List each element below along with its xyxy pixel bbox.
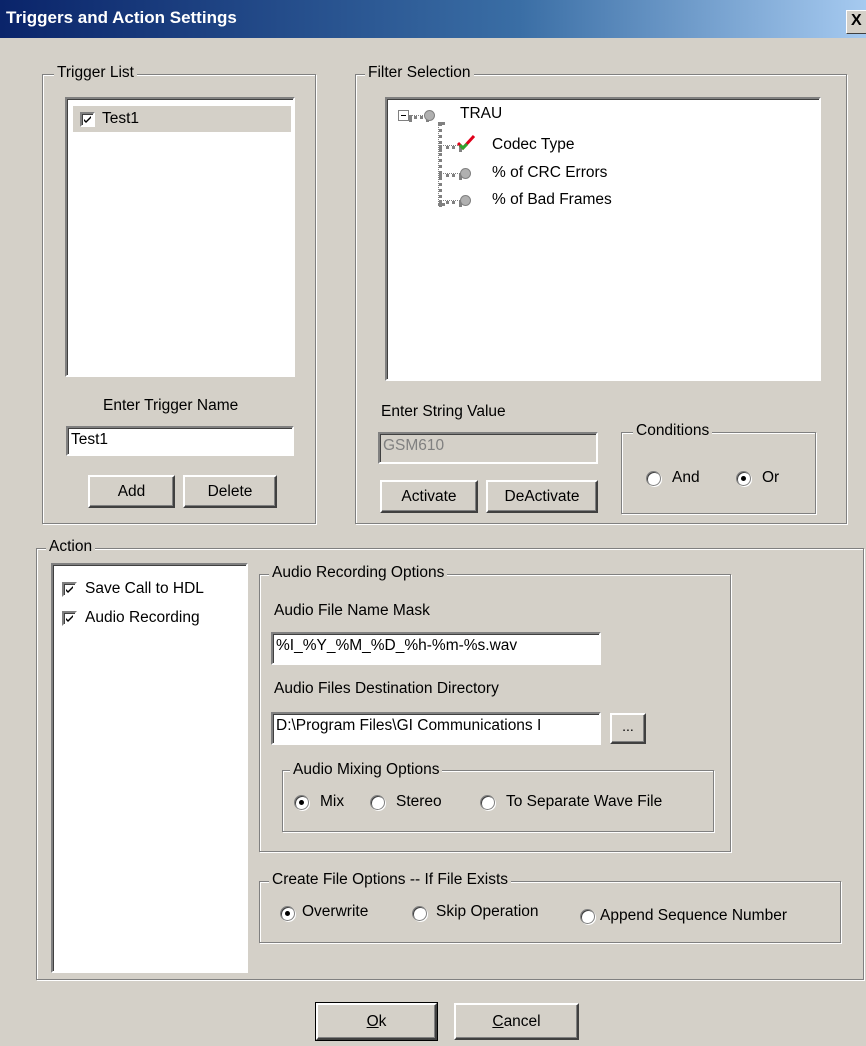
mixing-stereo-radio[interactable] [370,795,385,810]
checkmark-icon [66,615,73,622]
save-call-hdl-checkbox[interactable] [62,582,77,597]
create-skip-radio[interactable] [412,906,427,921]
audio-recording-label: Audio Recording [85,609,200,626]
condition-and-radio[interactable] [646,471,661,486]
trigger-name-input[interactable]: Test1 [66,426,294,456]
mixing-stereo-label: Stereo [396,793,442,810]
trigger-list-legend: Trigger List [54,64,137,82]
mixing-mix-radio[interactable] [294,795,309,810]
checkmark-icon [66,586,73,593]
condition-or-radio[interactable] [736,471,751,486]
action-legend: Action [46,538,96,556]
checkmark-icon [457,135,475,151]
audio-dir-input[interactable]: D:\Program Files\GI Communications I [271,712,601,745]
ok-label-rest: k [378,1013,387,1030]
audio-mixing-legend: Audio Mixing Options [290,761,443,779]
window-title: Triggers and Action Settings [6,8,237,27]
audio-mask-label: Audio File Name Mask [274,602,430,619]
mixing-mix-label: Mix [320,793,345,810]
create-skip-label: Skip Operation [436,903,539,920]
audio-recording-checkbox[interactable] [62,611,77,626]
add-trigger-button[interactable]: Add [88,475,175,508]
activate-button[interactable]: Activate [380,480,478,513]
trau-node-icon [424,110,435,121]
cancel-button[interactable]: Cancel [454,1003,579,1040]
cancel-label-rest: ancel [503,1013,541,1030]
save-call-hdl-label: Save Call to HDL [85,580,204,597]
filter-selection-legend: Filter Selection [365,64,474,82]
mixing-separate-label: To Separate Wave File [506,793,663,810]
create-file-legend: Create File Options -- If File Exists [269,871,512,889]
condition-and-label: And [672,469,700,486]
create-append-label: Append Sequence Number [600,907,787,924]
audio-mask-input[interactable]: %I_%Y_%M_%D_%h-%m-%s.wav [271,632,601,665]
ok-mnemonic: O [366,1013,379,1030]
audio-options-legend: Audio Recording Options [269,564,448,582]
condition-or-label: Or [762,469,780,486]
bad-frames-node-icon [460,195,471,206]
string-value-label: Enter String Value [381,403,506,420]
trigger-test1-label: Test1 [102,110,140,127]
ok-button[interactable]: Ok [315,1002,438,1041]
trigger-test1-checkbox[interactable] [80,112,95,127]
create-overwrite-label: Overwrite [302,903,369,920]
create-overwrite-radio[interactable] [280,906,295,921]
trigger-list-box[interactable] [65,97,295,377]
mixing-separate-radio[interactable] [480,795,495,810]
audio-dir-label: Audio Files Destination Directory [274,680,499,697]
delete-trigger-button[interactable]: Delete [183,475,277,508]
browse-directory-button[interactable]: ... [610,713,646,744]
conditions-legend: Conditions [633,422,713,440]
close-button[interactable]: X [846,10,866,34]
string-value-input[interactable]: GSM610 [378,432,598,464]
crc-errors-node-icon [460,168,471,179]
tree-item-codec-type[interactable]: Codec Type [492,136,574,154]
trigger-name-label: Enter Trigger Name [103,397,239,414]
cancel-mnemonic: C [492,1013,504,1030]
deactivate-button[interactable]: DeActivate [486,480,598,513]
tree-item-crc-errors[interactable]: % of CRC Errors [492,164,607,182]
create-append-radio[interactable] [580,909,595,924]
checkmark-icon [84,116,91,123]
tree-item-bad-frames[interactable]: % of Bad Frames [492,191,612,209]
tree-collapse-icon[interactable] [398,110,409,121]
tree-root-trau[interactable]: TRAU [460,105,502,123]
filter-tree[interactable] [385,97,821,381]
